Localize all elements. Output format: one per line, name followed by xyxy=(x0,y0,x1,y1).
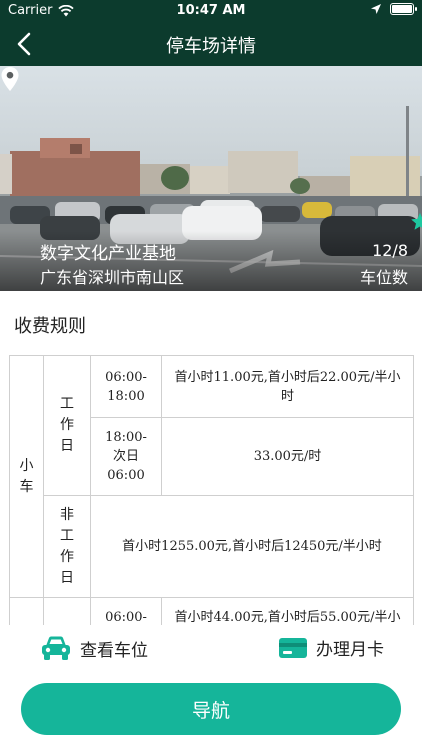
time-range-cell: 06:00-18:00 xyxy=(90,355,162,418)
vehicle-type-cell: 小车 xyxy=(9,355,44,598)
battery-icon xyxy=(390,3,417,15)
lot-address: 广东省深圳市南山区 xyxy=(40,268,185,287)
status-right-group xyxy=(370,3,417,15)
table-row: 小车 工作日 06:00-18:00 首小时11.00元,首小时后22.00元/… xyxy=(9,355,414,598)
table-row: 非工作日 首小时1255.00元,首小时后12450元/半小时 xyxy=(10,495,414,598)
parking-lot-photo: 数字文化产业基地 广东省深圳市南山区 12/8 车位数 xyxy=(0,66,422,291)
space-count-label: 车位数 xyxy=(359,268,408,287)
vehicle-type-cell xyxy=(9,597,44,625)
bottom-action-panel: 查看车位 办理月卡 导航 xyxy=(0,625,422,750)
navigate-label: 导航 xyxy=(191,699,230,722)
day-type-cell xyxy=(43,597,91,625)
fee-rules-title: 收费规则 xyxy=(14,316,86,337)
space-count: 12/8 xyxy=(372,241,408,260)
card-icon xyxy=(279,637,307,658)
monthly-card-label: 办理月卡 xyxy=(316,640,384,660)
nav-bar: 停车场详情 xyxy=(0,22,422,66)
action-row: 查看车位 办理月卡 xyxy=(0,625,422,675)
navigate-button[interactable]: 导航 xyxy=(21,683,401,735)
car-icon xyxy=(42,636,70,660)
top-bar: Carrier 10:47 AM 停车场详情 xyxy=(0,0,422,66)
status-time: 10:47 AM xyxy=(176,3,246,18)
price-cell: 首小时11.00元,首小时后22.00元/半小时 xyxy=(161,355,414,418)
status-bar: Carrier 10:47 AM xyxy=(0,0,422,22)
star-icon xyxy=(411,213,422,230)
fee-table: 小车 工作日 06:00-18:00 首小时11.00元,首小时后22.00元/… xyxy=(9,355,414,625)
fee-table-container[interactable]: 小车 工作日 06:00-18:00 首小时11.00元,首小时后22.00元/… xyxy=(9,355,414,625)
location-arrow-icon xyxy=(371,4,381,14)
page-title: 停车场详情 xyxy=(166,36,256,57)
view-spaces-label: 查看车位 xyxy=(80,640,148,661)
price-cell: 首小时1255.00元,首小时后12450元/半小时 xyxy=(90,495,414,598)
lot-name: 数字文化产业基地 xyxy=(40,244,176,264)
map-pin-icon xyxy=(1,67,19,91)
day-type-cell: 工作日 xyxy=(43,355,91,496)
price-cell: 33.00元/时 xyxy=(161,417,414,496)
day-type-cell: 非工作日 xyxy=(43,495,91,598)
time-range-cell: 06:00- xyxy=(90,597,162,625)
monthly-card-button[interactable]: 办理月卡 xyxy=(278,635,384,660)
table-row: 06:00- 首小时44.00元,首小时后55.00元/半小 xyxy=(9,597,414,625)
time-range-cell: 18:00-次日06:00 xyxy=(90,417,162,496)
view-spaces-button[interactable]: 查看车位 xyxy=(40,635,148,661)
price-cell: 首小时44.00元,首小时后55.00元/半小 xyxy=(161,597,414,625)
